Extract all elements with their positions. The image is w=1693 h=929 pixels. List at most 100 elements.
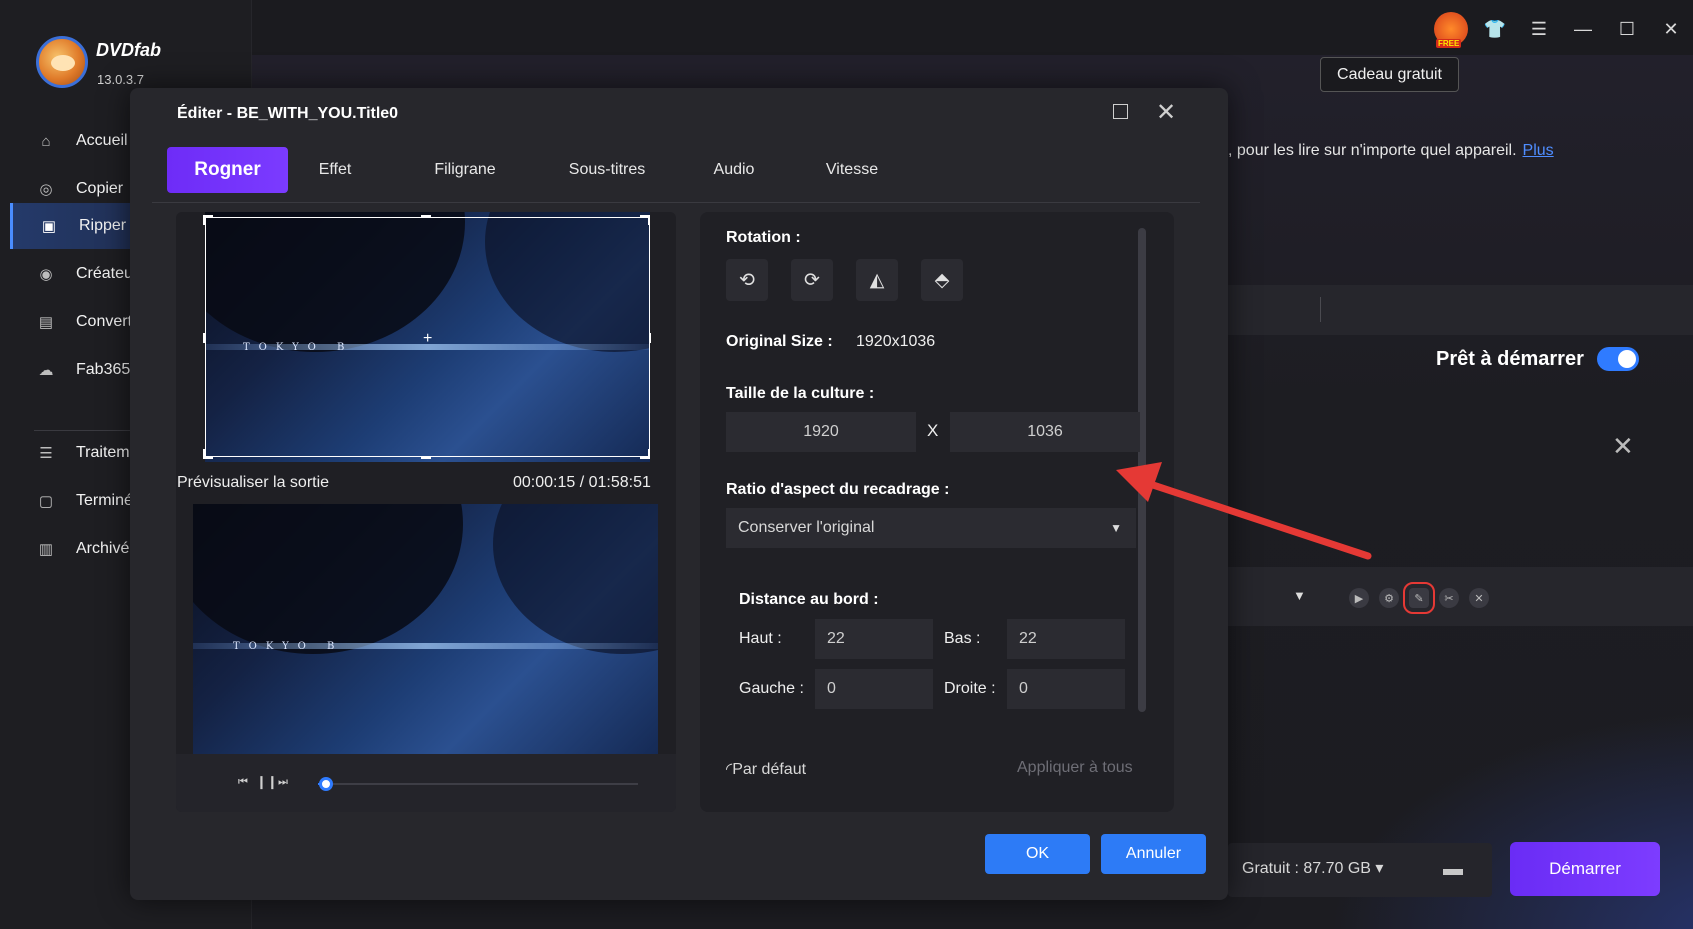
edge-distance-label: Distance au bord : [739, 591, 879, 608]
free-gift-tooltip[interactable]: Cadeau gratuit [1320, 57, 1459, 92]
minimize-icon: — [1574, 18, 1592, 39]
menu-icon: ☰ [1530, 18, 1548, 39]
app-version: 13.0.3.7 [97, 72, 144, 87]
dialog-title: Éditer - BE_WITH_YOU.Title0 [177, 105, 399, 122]
ready-toggle[interactable] [1597, 347, 1639, 371]
seek-bar[interactable] [318, 783, 638, 785]
right-label: Droite : [944, 680, 996, 697]
dvdfab-window: DVDfab 13.0.3.7 ⌂ Accueil ◎ Copier ▣ Rip… [0, 0, 1693, 929]
tab-filigrane[interactable]: Filigrane [415, 147, 515, 193]
crop-edge-handle[interactable] [421, 215, 431, 217]
sidebar-item-label: Ripper [79, 217, 127, 234]
sidebar-item-label: Accueil [76, 132, 128, 149]
film-icon: ▤ [38, 314, 54, 331]
disc-icon: ◎ [39, 181, 53, 198]
settings-scrollbar[interactable] [1138, 228, 1146, 712]
delete-icon[interactable]: ✕ [1469, 588, 1489, 608]
tab-vitesse[interactable]: Vitesse [807, 147, 897, 193]
video-frame-picture: TOKYO B [233, 641, 344, 652]
rotate-right-90-icon: ⟳ [804, 269, 820, 291]
next-frame-icon[interactable]: ⏭ [278, 776, 288, 789]
crop-size-separator: X [927, 421, 939, 440]
original-size-value: 1920x1036 [856, 333, 936, 350]
previous-frame-icon[interactable]: ⏮ [238, 776, 248, 789]
tab-effet[interactable]: Effet [300, 147, 370, 193]
scissors-icon[interactable]: ✂ [1439, 588, 1459, 608]
video-shadow-shape [493, 504, 658, 654]
maximize-icon: ☐ [1618, 18, 1636, 39]
menu-button[interactable]: ☰ [1517, 0, 1561, 58]
tabs-divider [152, 202, 1200, 203]
output-preview-video: TOKYO B [193, 504, 658, 754]
free-space-dropdown[interactable]: Gratuit : 87.70 GB ▾ [1242, 858, 1383, 878]
apply-to-all-button[interactable]: Appliquer à tous [1017, 759, 1133, 777]
aspect-ratio-value: Conserver l'original [738, 519, 875, 536]
sidebar-item-label: Terminé [76, 492, 133, 509]
pause-icon[interactable]: ❙❙ [256, 774, 278, 790]
ripper-icon: ▣ [41, 218, 57, 235]
folder-icon[interactable]: ▬ [1443, 858, 1467, 880]
tab-rogner[interactable]: Rogner [167, 147, 288, 193]
crop-edge-handle[interactable] [203, 333, 205, 343]
top-label: Haut : [739, 630, 782, 647]
bottom-label: Bas : [944, 630, 981, 647]
right-input[interactable]: 0 [1007, 669, 1125, 709]
free-gift-button[interactable] [1429, 0, 1473, 58]
bottom-input[interactable]: 22 [1007, 619, 1125, 659]
crop-edge-handle[interactable] [649, 333, 651, 343]
shirt-button[interactable]: 👕 [1473, 0, 1517, 58]
more-link[interactable]: Plus [1523, 142, 1554, 159]
preview-output-label: Prévisualiser la sortie [177, 474, 330, 491]
dialog-close-icon[interactable]: ✕ [1156, 98, 1176, 127]
ok-button[interactable]: OK [985, 834, 1090, 874]
rotate-left-button[interactable]: ⟲ [726, 259, 768, 301]
crosshair-icon: + [423, 330, 433, 347]
crop-corner-handle[interactable] [640, 215, 650, 225]
dialog-maximize-icon[interactable] [1113, 104, 1128, 119]
brand-name: DVDfab [96, 40, 162, 60]
flip-horizontal-icon: ◭ [869, 269, 885, 291]
tab-audio[interactable]: Audio [694, 147, 774, 193]
settings-icon[interactable]: ⚙ [1379, 588, 1399, 608]
toolbar-strip [1228, 285, 1693, 335]
crop-corner-handle[interactable] [203, 449, 213, 459]
top-input[interactable]: 22 [815, 619, 933, 659]
maximize-button[interactable]: ☐ [1605, 0, 1649, 58]
play-icon[interactable]: ▶ [1349, 588, 1369, 608]
sidebar-item-label: Copier [76, 180, 124, 197]
crop-corner-handle[interactable] [640, 449, 650, 459]
crop-edge-handle[interactable] [421, 457, 431, 459]
sidebar-item-label: Créateur [76, 265, 139, 282]
seek-handle[interactable] [318, 777, 333, 791]
rotate-right-button[interactable]: ⟳ [791, 259, 833, 301]
minimize-button[interactable]: — [1561, 0, 1605, 58]
crop-width-input[interactable]: 1920 [726, 412, 916, 452]
list-icon: ☰ [39, 445, 53, 462]
aspect-ratio-label: Ratio d'aspect du recadrage : [726, 481, 950, 498]
crop-size-label: Taille de la culture : [726, 385, 875, 402]
left-input[interactable]: 0 [815, 669, 933, 709]
chevron-down-icon[interactable]: ▼ [1293, 588, 1306, 603]
description-text: , pour les lire sur n'importe quel appar… [1228, 142, 1517, 159]
rotate-left-90-icon: ⟲ [739, 269, 755, 291]
close-button[interactable]: ✕ [1649, 0, 1693, 58]
sidebar-item-label: Archivé [76, 540, 130, 557]
cancel-button[interactable]: Annuler [1101, 834, 1206, 874]
aspect-ratio-select[interactable]: Conserver l'original ▼ [726, 508, 1136, 548]
chevron-down-icon: ▼ [1110, 521, 1122, 535]
toolbar-divider [1320, 297, 1321, 322]
caret-down-icon: ▾ [1375, 860, 1384, 877]
video-shadow-shape [193, 504, 463, 654]
flip-vertical-button[interactable]: ⬘ [921, 259, 963, 301]
flip-horizontal-button[interactable]: ◭ [856, 259, 898, 301]
flip-vertical-icon: ⬘ [934, 269, 950, 291]
crop-corner-handle[interactable] [203, 215, 213, 225]
reset-default-button[interactable]: ◜Par défaut [726, 759, 806, 779]
left-label: Gauche : [739, 680, 804, 697]
crop-height-input[interactable]: 1036 [950, 412, 1140, 452]
tab-sous-titres[interactable]: Sous-titres [547, 147, 667, 193]
edit-icon[interactable]: ✎ [1403, 582, 1435, 614]
start-button[interactable]: Démarrer [1510, 842, 1660, 896]
remove-task-icon[interactable]: ✕ [1612, 431, 1634, 462]
close-icon: ✕ [1663, 18, 1679, 39]
